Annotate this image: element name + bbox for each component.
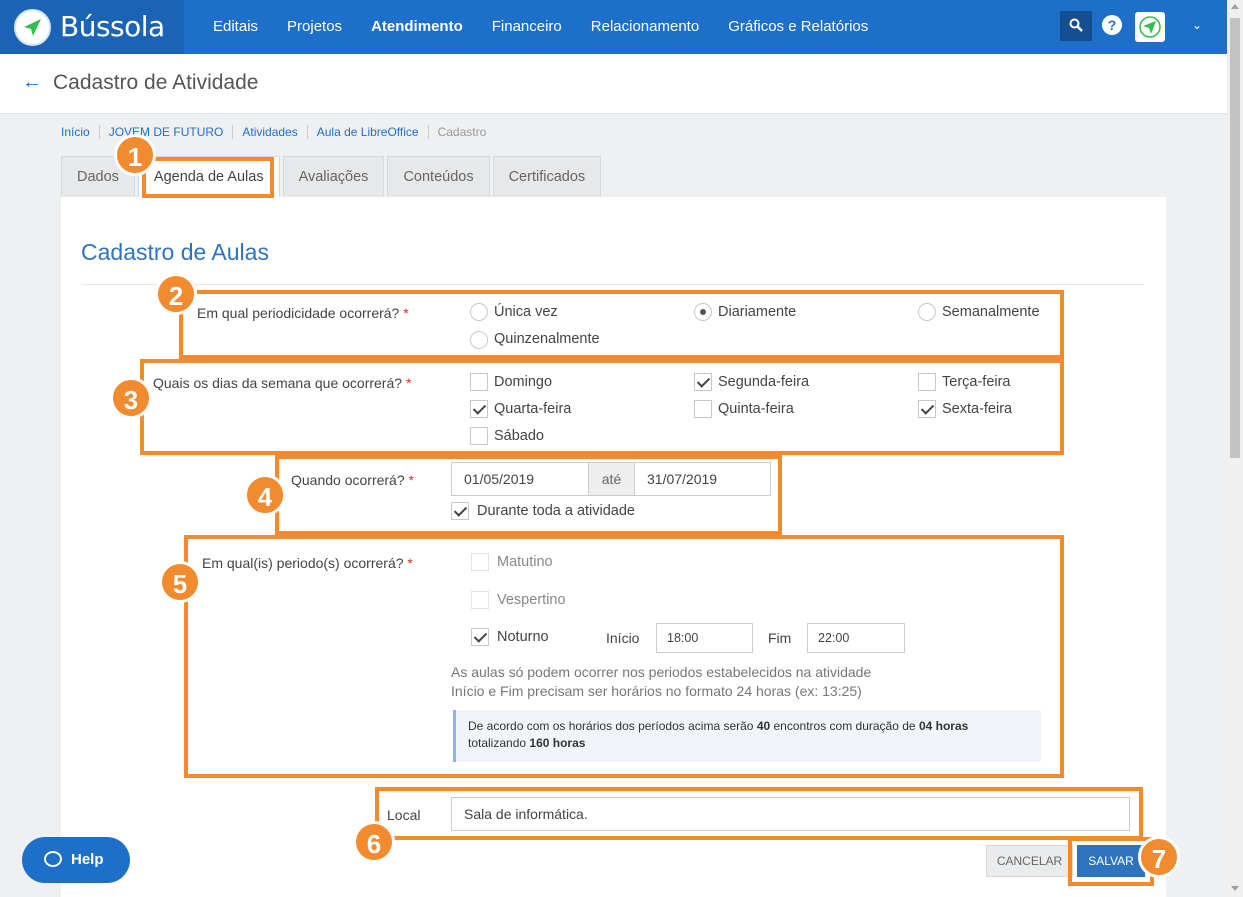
cancel-button[interactable]: CANCELAR [986, 845, 1073, 877]
help-icon[interactable]: ? [1102, 15, 1122, 35]
app-logo[interactable]: Bússola [0, 0, 184, 54]
avatar[interactable] [1135, 12, 1165, 42]
annotation-box-2 [179, 290, 1064, 359]
search-button[interactable] [1060, 11, 1092, 41]
annotation-box-4 [275, 455, 782, 535]
tab-certificados[interactable]: Certificados [492, 156, 602, 197]
scroll-down-icon[interactable] [1231, 886, 1239, 891]
annotation-box-1 [142, 157, 274, 198]
annotation-badge-4: 4 [244, 474, 286, 516]
scroll-up-icon[interactable] [1231, 4, 1239, 9]
search-icon [1069, 18, 1083, 32]
nav-financeiro[interactable]: Financeiro [492, 18, 562, 35]
annotation-badge-5: 5 [159, 561, 201, 603]
nav-graficos-relatorios[interactable]: Gráficos e Relatórios [728, 18, 868, 35]
scroll-thumb[interactable] [1230, 18, 1240, 458]
app-name: Bússola [60, 10, 165, 43]
annotation-box-6 [375, 787, 1143, 840]
annotation-badge-1: 1 [114, 134, 156, 176]
tab-conteudos[interactable]: Conteúdos [387, 156, 490, 197]
annotation-badge-6: 6 [353, 821, 395, 863]
chat-bubble-icon [44, 851, 62, 867]
nav-relacionamento[interactable]: Relacionamento [591, 18, 699, 35]
page-title: Cadastro de Atividade [53, 71, 259, 94]
annotation-badge-2: 2 [155, 273, 197, 315]
page-header: ← Cadastro de Atividade [0, 54, 1227, 114]
main-nav: Editais Projetos Atendimento Financeiro … [213, 18, 897, 35]
breadcrumb-inicio[interactable]: Início [61, 125, 100, 139]
nav-atendimento[interactable]: Atendimento [371, 18, 463, 35]
nav-projetos[interactable]: Projetos [287, 18, 342, 35]
top-navbar: Bússola Editais Projetos Atendimento Fin… [0, 0, 1227, 54]
scrollbar[interactable] [1227, 0, 1243, 897]
back-arrow-icon[interactable]: ← [22, 71, 42, 94]
nav-editais[interactable]: Editais [213, 18, 258, 35]
help-button[interactable]: Help [22, 837, 130, 883]
section-title: Cadastro de Aulas [81, 239, 269, 265]
annotation-box-3 [140, 359, 1064, 455]
annotation-box-5 [184, 535, 1064, 778]
annotation-badge-7: 7 [1138, 836, 1180, 878]
chevron-down-icon[interactable]: ⌄ [1192, 18, 1202, 32]
breadcrumb-cadastro: Cadastro [437, 125, 487, 139]
help-button-label: Help [71, 851, 104, 868]
annotation-badge-3: 3 [110, 377, 152, 419]
breadcrumb-atividades[interactable]: Atividades [242, 125, 308, 139]
breadcrumb-aula[interactable]: Aula de LibreOffice [317, 125, 429, 139]
tab-avaliacoes[interactable]: Avaliações [282, 156, 385, 197]
compass-logo-icon [14, 9, 51, 46]
divider [81, 284, 1144, 285]
